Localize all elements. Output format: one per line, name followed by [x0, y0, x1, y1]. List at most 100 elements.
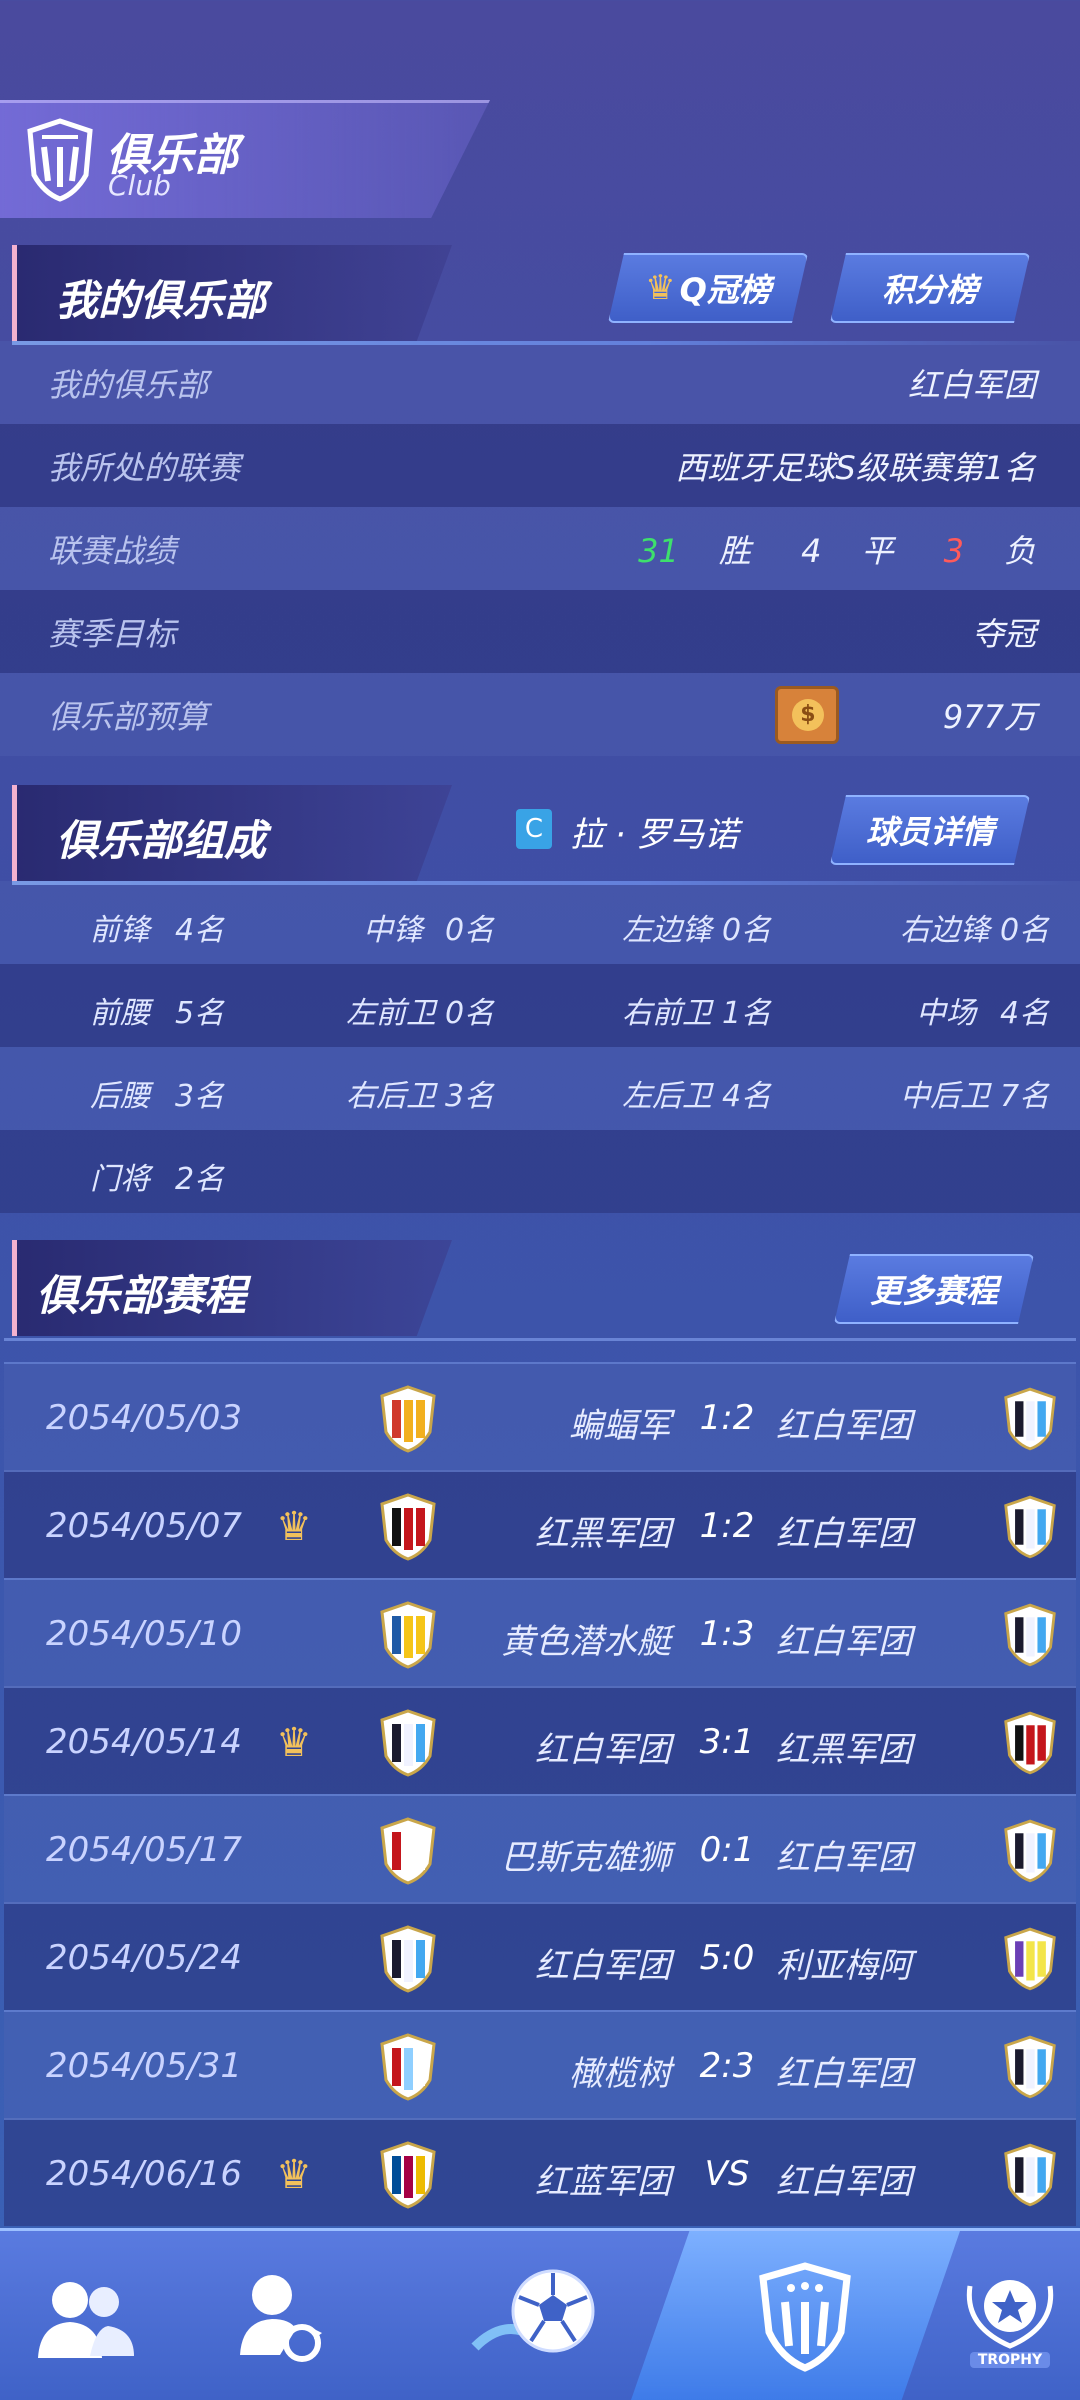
- page-subtitle: Club: [108, 169, 171, 202]
- home-team-badge: [378, 2032, 438, 2102]
- fixture-date: 2054/05/24: [46, 1938, 242, 1978]
- composition-row: 前腰 5名 左前卫 0名 右前卫 1名 中场 4名: [0, 964, 1080, 1047]
- fixture-date: 2054/05/03: [46, 1398, 242, 1438]
- coach-badge-icon: C: [516, 809, 552, 849]
- away-team-crest-icon: [1004, 1603, 1056, 1667]
- home-team-badge: [378, 1708, 438, 1778]
- fixture-date: 2054/05/14: [46, 1722, 242, 1762]
- crown-icon: ♛: [276, 2152, 312, 2198]
- home-team-name: 巴斯克雄狮: [501, 1838, 671, 1878]
- away-team-badge: [1002, 2140, 1058, 2210]
- home-team-crest-icon: [380, 1709, 436, 1777]
- fixture-list[interactable]: 2054/05/03 蝙蝠军 1:2 红白军团 2054/05/07 ♛ 红黑军团 1:2 红白…: [4, 1338, 1076, 2226]
- away-team-name: 红白军团: [776, 1514, 912, 1554]
- q-crown-ranking-button[interactable]: ♛ Q冠榜: [608, 253, 808, 323]
- away-team-crest-icon: [1004, 1927, 1056, 1991]
- schedule-section-header: 俱乐部赛程 更多赛程: [0, 1240, 1080, 1336]
- away-team-name: 红白军团: [776, 1838, 912, 1878]
- home-team-name: 红黑军团: [535, 1514, 671, 1554]
- home-team-badge: [378, 1492, 438, 1562]
- home-team-crest-icon: [380, 1493, 436, 1561]
- home-team-crest-icon: [380, 1601, 436, 1669]
- away-team-crest-icon: [1004, 1819, 1056, 1883]
- home-team-crest-icon: [380, 1817, 436, 1885]
- home-team-name: 红白军团: [535, 1946, 671, 1986]
- nav-club-button[interactable]: [740, 2231, 870, 2400]
- home-team-badge: [378, 1384, 438, 1454]
- home-team-badge: [378, 1816, 438, 1886]
- nav-team-button[interactable]: [20, 2231, 150, 2400]
- league-row: 我所处的联赛 西班牙足球S级联赛第1名: [0, 424, 1080, 507]
- budget-row: 俱乐部预算 $ 977万: [0, 673, 1080, 756]
- club-icon: [759, 2262, 851, 2372]
- player-transfer-icon: [240, 2275, 322, 2362]
- fixture-row[interactable]: 2054/05/10 黄色潜水艇 1:3 红白军团: [4, 1578, 1076, 1686]
- fixture-row[interactable]: 2054/05/03 蝙蝠军 1:2 红白军团: [4, 1362, 1076, 1470]
- fixture-score: VS: [704, 2154, 750, 2194]
- away-team-badge: [1002, 1708, 1058, 1778]
- home-team-name: 橄榄树: [569, 2054, 671, 2094]
- section-title: 俱乐部赛程: [36, 1271, 247, 1320]
- away-team-badge: [1002, 1384, 1058, 1454]
- nav-transfer-button[interactable]: [215, 2231, 345, 2400]
- fixture-row[interactable]: 2054/05/14 ♛ 红白军团 3:1 红黑军团: [4, 1686, 1076, 1794]
- away-team-badge: [1002, 1816, 1058, 1886]
- wallet-icon: $: [774, 685, 839, 744]
- coach-name: 拉 · 罗马诺: [570, 815, 739, 855]
- fixture-score: 1:2: [699, 1398, 755, 1438]
- football-icon: [471, 2269, 595, 2353]
- away-team-badge: [1002, 2032, 1058, 2102]
- home-team-crest-icon: [380, 1385, 436, 1453]
- fixture-row[interactable]: 2054/05/17 巴斯克雄狮 0:1 红白军团: [4, 1794, 1076, 1902]
- my-club-section-header: 我的俱乐部 ♛ Q冠榜 积分榜: [0, 245, 1080, 345]
- fixture-row[interactable]: 2054/05/31 橄榄树 2:3 红白军团: [4, 2010, 1076, 2118]
- crown-icon: ♛: [276, 1504, 312, 1550]
- away-team-crest-icon: [1004, 1387, 1056, 1451]
- away-team-crest-icon: [1004, 1711, 1056, 1775]
- away-team-crest-icon: [1004, 2143, 1056, 2207]
- home-team-badge: [378, 1924, 438, 1994]
- home-team-badge: [378, 1600, 438, 1670]
- league-record: 31 胜 4平 3负: [638, 531, 1036, 570]
- away-team-badge: [1002, 1492, 1058, 1562]
- bottom-nav: TROPHY: [0, 2228, 1080, 2400]
- fixture-date: 2054/06/16: [46, 2154, 242, 2194]
- nav-trophy-button[interactable]: TROPHY: [950, 2231, 1070, 2400]
- home-team-crest-icon: [380, 2141, 436, 2209]
- club-row: 我的俱乐部 红白军团: [0, 341, 1080, 424]
- nav-match-button[interactable]: [460, 2231, 610, 2400]
- player-details-button[interactable]: 球员详情: [830, 795, 1030, 865]
- home-team-name: 蝙蝠军: [569, 1406, 671, 1446]
- club-header: 俱乐部 Club: [0, 100, 490, 218]
- away-team-name: 红黑军团: [776, 1730, 912, 1770]
- fixture-date: 2054/05/31: [46, 2046, 242, 2086]
- team-icon: [38, 2282, 134, 2358]
- fixture-row[interactable]: 2054/05/24 红白军团 5:0 利亚梅阿: [4, 1902, 1076, 2010]
- fixture-score: 1:2: [699, 1506, 755, 1546]
- composition-row: 后腰 3名 右后卫 3名 左后卫 4名 中后卫 7名: [0, 1047, 1080, 1130]
- fixture-score: 2:3: [699, 2046, 755, 2086]
- away-team-name: 红白军团: [776, 2162, 912, 2202]
- more-fixtures-button[interactable]: 更多赛程: [834, 1254, 1034, 1324]
- away-team-name: 利亚梅阿: [776, 1946, 912, 1986]
- away-team-crest-icon: [1004, 2035, 1056, 2099]
- away-team-name: 红白军团: [776, 1406, 912, 1446]
- fixture-score: 3:1: [699, 1722, 755, 1762]
- fixture-row[interactable]: 2054/05/07 ♛ 红黑军团 1:2 红白军团: [4, 1470, 1076, 1578]
- trophy-label: TROPHY: [969, 2352, 1051, 2368]
- record-row: 联赛战绩 31 胜 4平 3负: [0, 507, 1080, 590]
- composition-row: 门将 2名: [0, 1130, 1080, 1213]
- fixture-date: 2054/05/10: [46, 1614, 242, 1654]
- crown-icon: ♛: [645, 268, 676, 308]
- home-team-name: 红蓝军团: [535, 2162, 671, 2202]
- fixture-row[interactable]: 2054/06/16 ♛ 红蓝军团 VS 红白军团: [4, 2118, 1076, 2226]
- composition-section-header: 俱乐部组成 C 拉 · 罗马诺 球员详情: [0, 785, 1080, 885]
- away-team-badge: [1002, 1924, 1058, 1994]
- season-goal-row: 赛季目标 夺冠: [0, 590, 1080, 673]
- trophy-icon: [966, 2280, 1054, 2349]
- club-shield-icon: [27, 118, 93, 202]
- fixture-date: 2054/05/07: [46, 1506, 242, 1546]
- fixture-date: 2054/05/17: [46, 1830, 242, 1870]
- crown-icon: ♛: [276, 1720, 312, 1766]
- points-table-button[interactable]: 积分榜: [830, 253, 1030, 323]
